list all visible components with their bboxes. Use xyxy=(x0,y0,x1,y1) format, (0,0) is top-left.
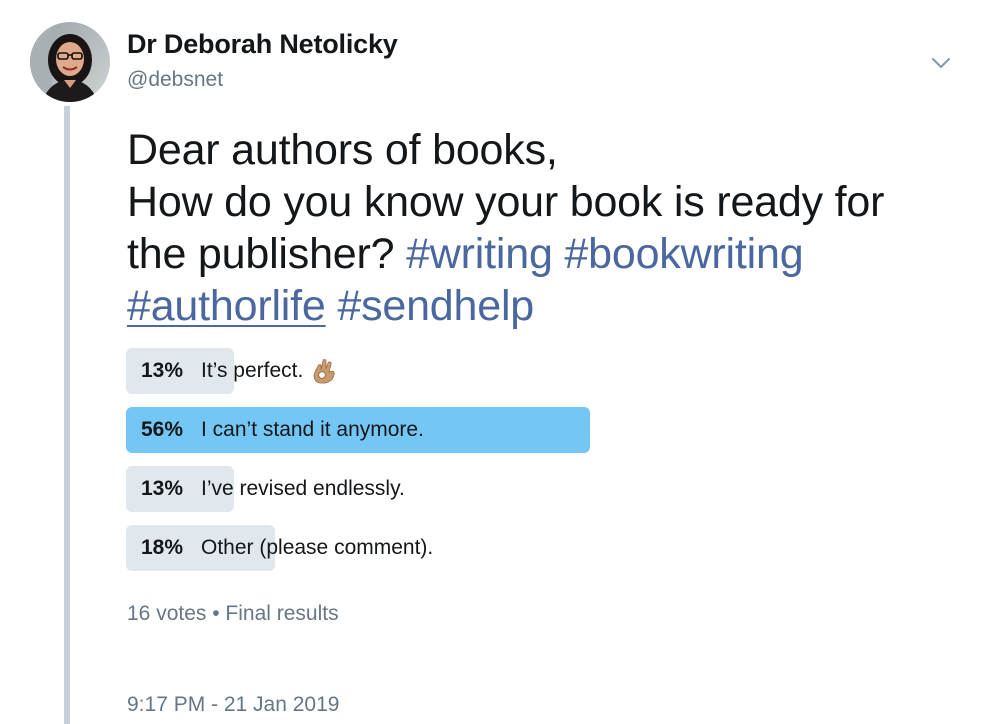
poll-option: 13% It’s perfect. xyxy=(126,348,926,394)
poll-percent: 13% xyxy=(141,359,184,382)
poll-option: 18% Other (please comment). xyxy=(126,525,926,571)
poll-option: 56% I can’t stand it anymore. xyxy=(126,407,926,453)
poll-percent: 18% xyxy=(141,536,184,559)
poll-results-footer: 16 votes • Final results xyxy=(127,602,339,625)
poll-percent: 13% xyxy=(141,477,184,500)
tweet-line-3-text: the publisher? xyxy=(127,230,407,278)
poll-percent: 56% xyxy=(141,418,184,441)
ok-hand-icon xyxy=(311,357,337,385)
hashtag-writing[interactable]: #writing xyxy=(406,230,553,278)
tweet-line-4: #authorlife #sendhelp xyxy=(127,280,987,332)
poll: 13% It’s perfect. 56% I can’t stand it a… xyxy=(126,348,926,584)
author-handle[interactable]: @debsnet xyxy=(127,66,223,94)
poll-option-text: I can’t stand it anymore. xyxy=(201,418,424,441)
poll-label: 18% Other (please comment). xyxy=(141,525,433,571)
poll-label: 56% I can’t stand it anymore. xyxy=(141,407,424,453)
poll-label: 13% It’s perfect. xyxy=(141,348,337,394)
poll-option-text: I’ve revised endlessly. xyxy=(201,477,405,500)
hashtag-authorlife[interactable]: #authorlife xyxy=(127,282,326,330)
tweet-timestamp[interactable]: 9:17 PM - 21 Jan 2019 xyxy=(127,691,339,719)
avatar[interactable] xyxy=(30,22,110,102)
tweet-text: Dear authors of books, How do you know y… xyxy=(127,124,987,332)
poll-label: 13% I’ve revised endlessly. xyxy=(141,466,405,512)
avatar-photo xyxy=(30,22,110,102)
poll-option-text: It’s perfect. xyxy=(201,359,304,382)
tweet-line-2: How do you know your book is ready for xyxy=(127,178,885,226)
thread-line xyxy=(64,106,70,724)
poll-option-text: Other (please comment). xyxy=(201,536,434,559)
chevron-down-icon[interactable] xyxy=(926,48,956,78)
author-name[interactable]: Dr Deborah Netolicky xyxy=(127,26,398,62)
hashtag-bookwriting[interactable]: #bookwriting xyxy=(564,230,803,278)
poll-option: 13% I’ve revised endlessly. xyxy=(126,466,926,512)
tweet-line-3: the publisher? #writing #bookwriting xyxy=(127,228,987,280)
tweet-line-1: Dear authors of books, xyxy=(127,126,558,174)
hashtag-sendhelp[interactable]: #sendhelp xyxy=(337,282,534,330)
